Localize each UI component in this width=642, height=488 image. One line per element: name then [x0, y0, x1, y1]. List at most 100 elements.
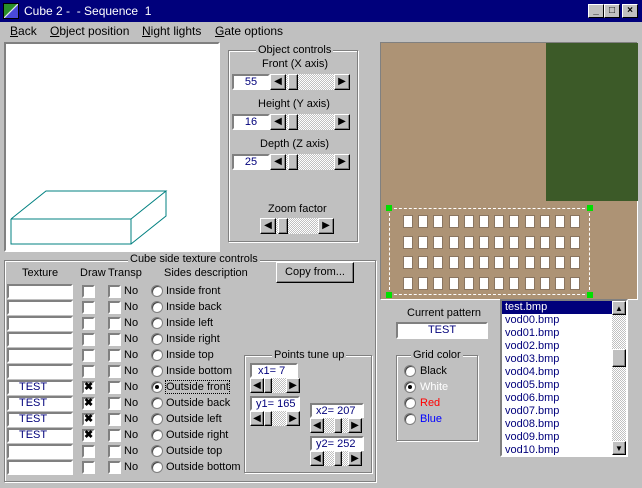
- arrow-right-icon[interactable]: ▶: [334, 154, 350, 170]
- arrow-left-icon[interactable]: ◀: [310, 451, 324, 466]
- side-radio[interactable]: [151, 413, 163, 425]
- side-label[interactable]: Inside back: [166, 301, 222, 313]
- scroll-thumb[interactable]: [612, 349, 626, 367]
- slider-thumb[interactable]: [264, 378, 272, 393]
- zoom-slider[interactable]: ◀ ▶: [260, 218, 334, 234]
- slider-thumb[interactable]: [334, 418, 342, 433]
- current-pattern-value[interactable]: TEST: [396, 322, 488, 339]
- side-label[interactable]: Inside left: [166, 317, 213, 329]
- file-list-item[interactable]: vod07.bmp: [502, 405, 612, 418]
- grid-color-label[interactable]: Blue: [420, 413, 442, 425]
- side-label[interactable]: Outside back: [166, 397, 230, 409]
- arrow-left-icon[interactable]: ◀: [260, 218, 276, 234]
- texture-field[interactable]: [7, 348, 73, 363]
- selection-rectangle[interactable]: [389, 208, 590, 295]
- copy-from-button[interactable]: Copy from...: [276, 262, 354, 283]
- side-radio[interactable]: [151, 397, 163, 409]
- side-radio[interactable]: [151, 301, 163, 313]
- maximize-button[interactable]: □: [604, 4, 620, 18]
- height-value[interactable]: 16: [232, 114, 270, 130]
- draw-checkbox[interactable]: [82, 461, 95, 474]
- arrow-right-icon[interactable]: ▶: [348, 451, 362, 466]
- arrow-right-icon[interactable]: ▶: [348, 418, 362, 433]
- draw-checkbox[interactable]: ✖: [82, 397, 95, 410]
- grid-color-radio[interactable]: [404, 381, 416, 393]
- grid-color-radio[interactable]: [404, 365, 416, 377]
- file-list-item[interactable]: vod04.bmp: [502, 366, 612, 379]
- transp-checkbox[interactable]: [108, 381, 121, 394]
- arrow-left-icon[interactable]: ◀: [310, 418, 324, 433]
- menu-back[interactable]: Back: [10, 24, 37, 38]
- arrow-right-icon[interactable]: ▶: [286, 378, 300, 393]
- arrow-right-icon[interactable]: ▶: [334, 114, 350, 130]
- side-radio[interactable]: [151, 317, 163, 329]
- title-bar[interactable]: Cube 2 - - Sequence 1 _ □ ×: [0, 0, 642, 22]
- side-radio[interactable]: [151, 349, 163, 361]
- file-list[interactable]: test.bmp vod00.bmp vod01.bmp vod02.bmp vod03…: [500, 299, 628, 457]
- y1-value[interactable]: y1= 165: [250, 396, 300, 411]
- grid-color-radio[interactable]: [404, 397, 416, 409]
- x2-value[interactable]: x2= 207: [310, 403, 364, 418]
- transp-checkbox[interactable]: [108, 413, 121, 426]
- arrow-left-icon[interactable]: ◀: [250, 378, 264, 393]
- handle-bottom-right[interactable]: [587, 292, 593, 298]
- side-label[interactable]: Outside front: [165, 380, 230, 394]
- draw-checkbox[interactable]: ✖: [82, 413, 95, 426]
- handle-bottom-left[interactable]: [386, 292, 392, 298]
- draw-checkbox[interactable]: [82, 285, 95, 298]
- app-icon[interactable]: [3, 3, 19, 19]
- grid-color-radio[interactable]: [404, 413, 416, 425]
- arrow-left-icon[interactable]: ◀: [270, 114, 286, 130]
- side-radio[interactable]: [151, 365, 163, 377]
- slider-thumb[interactable]: [288, 114, 298, 130]
- file-list-item[interactable]: test.bmp: [502, 301, 612, 314]
- slider-thumb[interactable]: [264, 411, 272, 426]
- draw-checkbox[interactable]: ✖: [82, 429, 95, 442]
- draw-checkbox[interactable]: [82, 317, 95, 330]
- side-label[interactable]: Inside top: [166, 349, 214, 361]
- side-radio[interactable]: [151, 461, 163, 473]
- draw-checkbox[interactable]: [82, 349, 95, 362]
- y1-slider[interactable]: ◀ ▶: [250, 411, 300, 426]
- texture-field[interactable]: TEST: [7, 380, 73, 395]
- side-radio[interactable]: [151, 333, 163, 345]
- side-label[interactable]: Outside left: [166, 413, 222, 425]
- grid-color-label[interactable]: White: [420, 381, 448, 393]
- slider-thumb[interactable]: [334, 451, 342, 466]
- front-slider[interactable]: ◀ ▶: [270, 74, 350, 90]
- draw-checkbox[interactable]: [82, 301, 95, 314]
- transp-checkbox[interactable]: [108, 285, 121, 298]
- arrow-left-icon[interactable]: ◀: [270, 74, 286, 90]
- file-list-item[interactable]: vod10.bmp: [502, 444, 612, 455]
- file-list-item[interactable]: vod01.bmp: [502, 327, 612, 340]
- transp-checkbox[interactable]: [108, 365, 121, 378]
- handle-top-left[interactable]: [386, 205, 392, 211]
- texture-field[interactable]: [7, 284, 73, 299]
- transp-checkbox[interactable]: [108, 301, 121, 314]
- transp-checkbox[interactable]: [108, 317, 121, 330]
- menu-night-lights[interactable]: Night lights: [142, 24, 201, 38]
- file-list-item[interactable]: vod08.bmp: [502, 418, 612, 431]
- grid-color-option[interactable]: Blue: [404, 412, 474, 426]
- transp-checkbox[interactable]: [108, 445, 121, 458]
- draw-checkbox[interactable]: [82, 445, 95, 458]
- arrow-right-icon[interactable]: ▶: [318, 218, 334, 234]
- scroll-down-icon[interactable]: ▼: [612, 441, 626, 455]
- texture-field[interactable]: [7, 316, 73, 331]
- arrow-left-icon[interactable]: ◀: [250, 411, 264, 426]
- x2-slider[interactable]: ◀ ▶: [310, 418, 362, 433]
- file-list-scrollbar[interactable]: ▲ ▼: [612, 301, 626, 455]
- minimize-button[interactable]: _: [588, 4, 604, 18]
- texture-field[interactable]: [7, 444, 73, 459]
- file-list-item[interactable]: vod06.bmp: [502, 392, 612, 405]
- file-list-item[interactable]: vod09.bmp: [502, 431, 612, 444]
- arrow-left-icon[interactable]: ◀: [270, 154, 286, 170]
- draw-checkbox[interactable]: [82, 365, 95, 378]
- y2-value[interactable]: y2= 252: [310, 436, 364, 451]
- y2-slider[interactable]: ◀ ▶: [310, 451, 362, 466]
- file-list-item[interactable]: vod02.bmp: [502, 340, 612, 353]
- file-list-item[interactable]: vod05.bmp: [502, 379, 612, 392]
- side-radio[interactable]: [151, 429, 163, 441]
- texture-canvas[interactable]: [380, 42, 638, 300]
- transp-checkbox[interactable]: [108, 349, 121, 362]
